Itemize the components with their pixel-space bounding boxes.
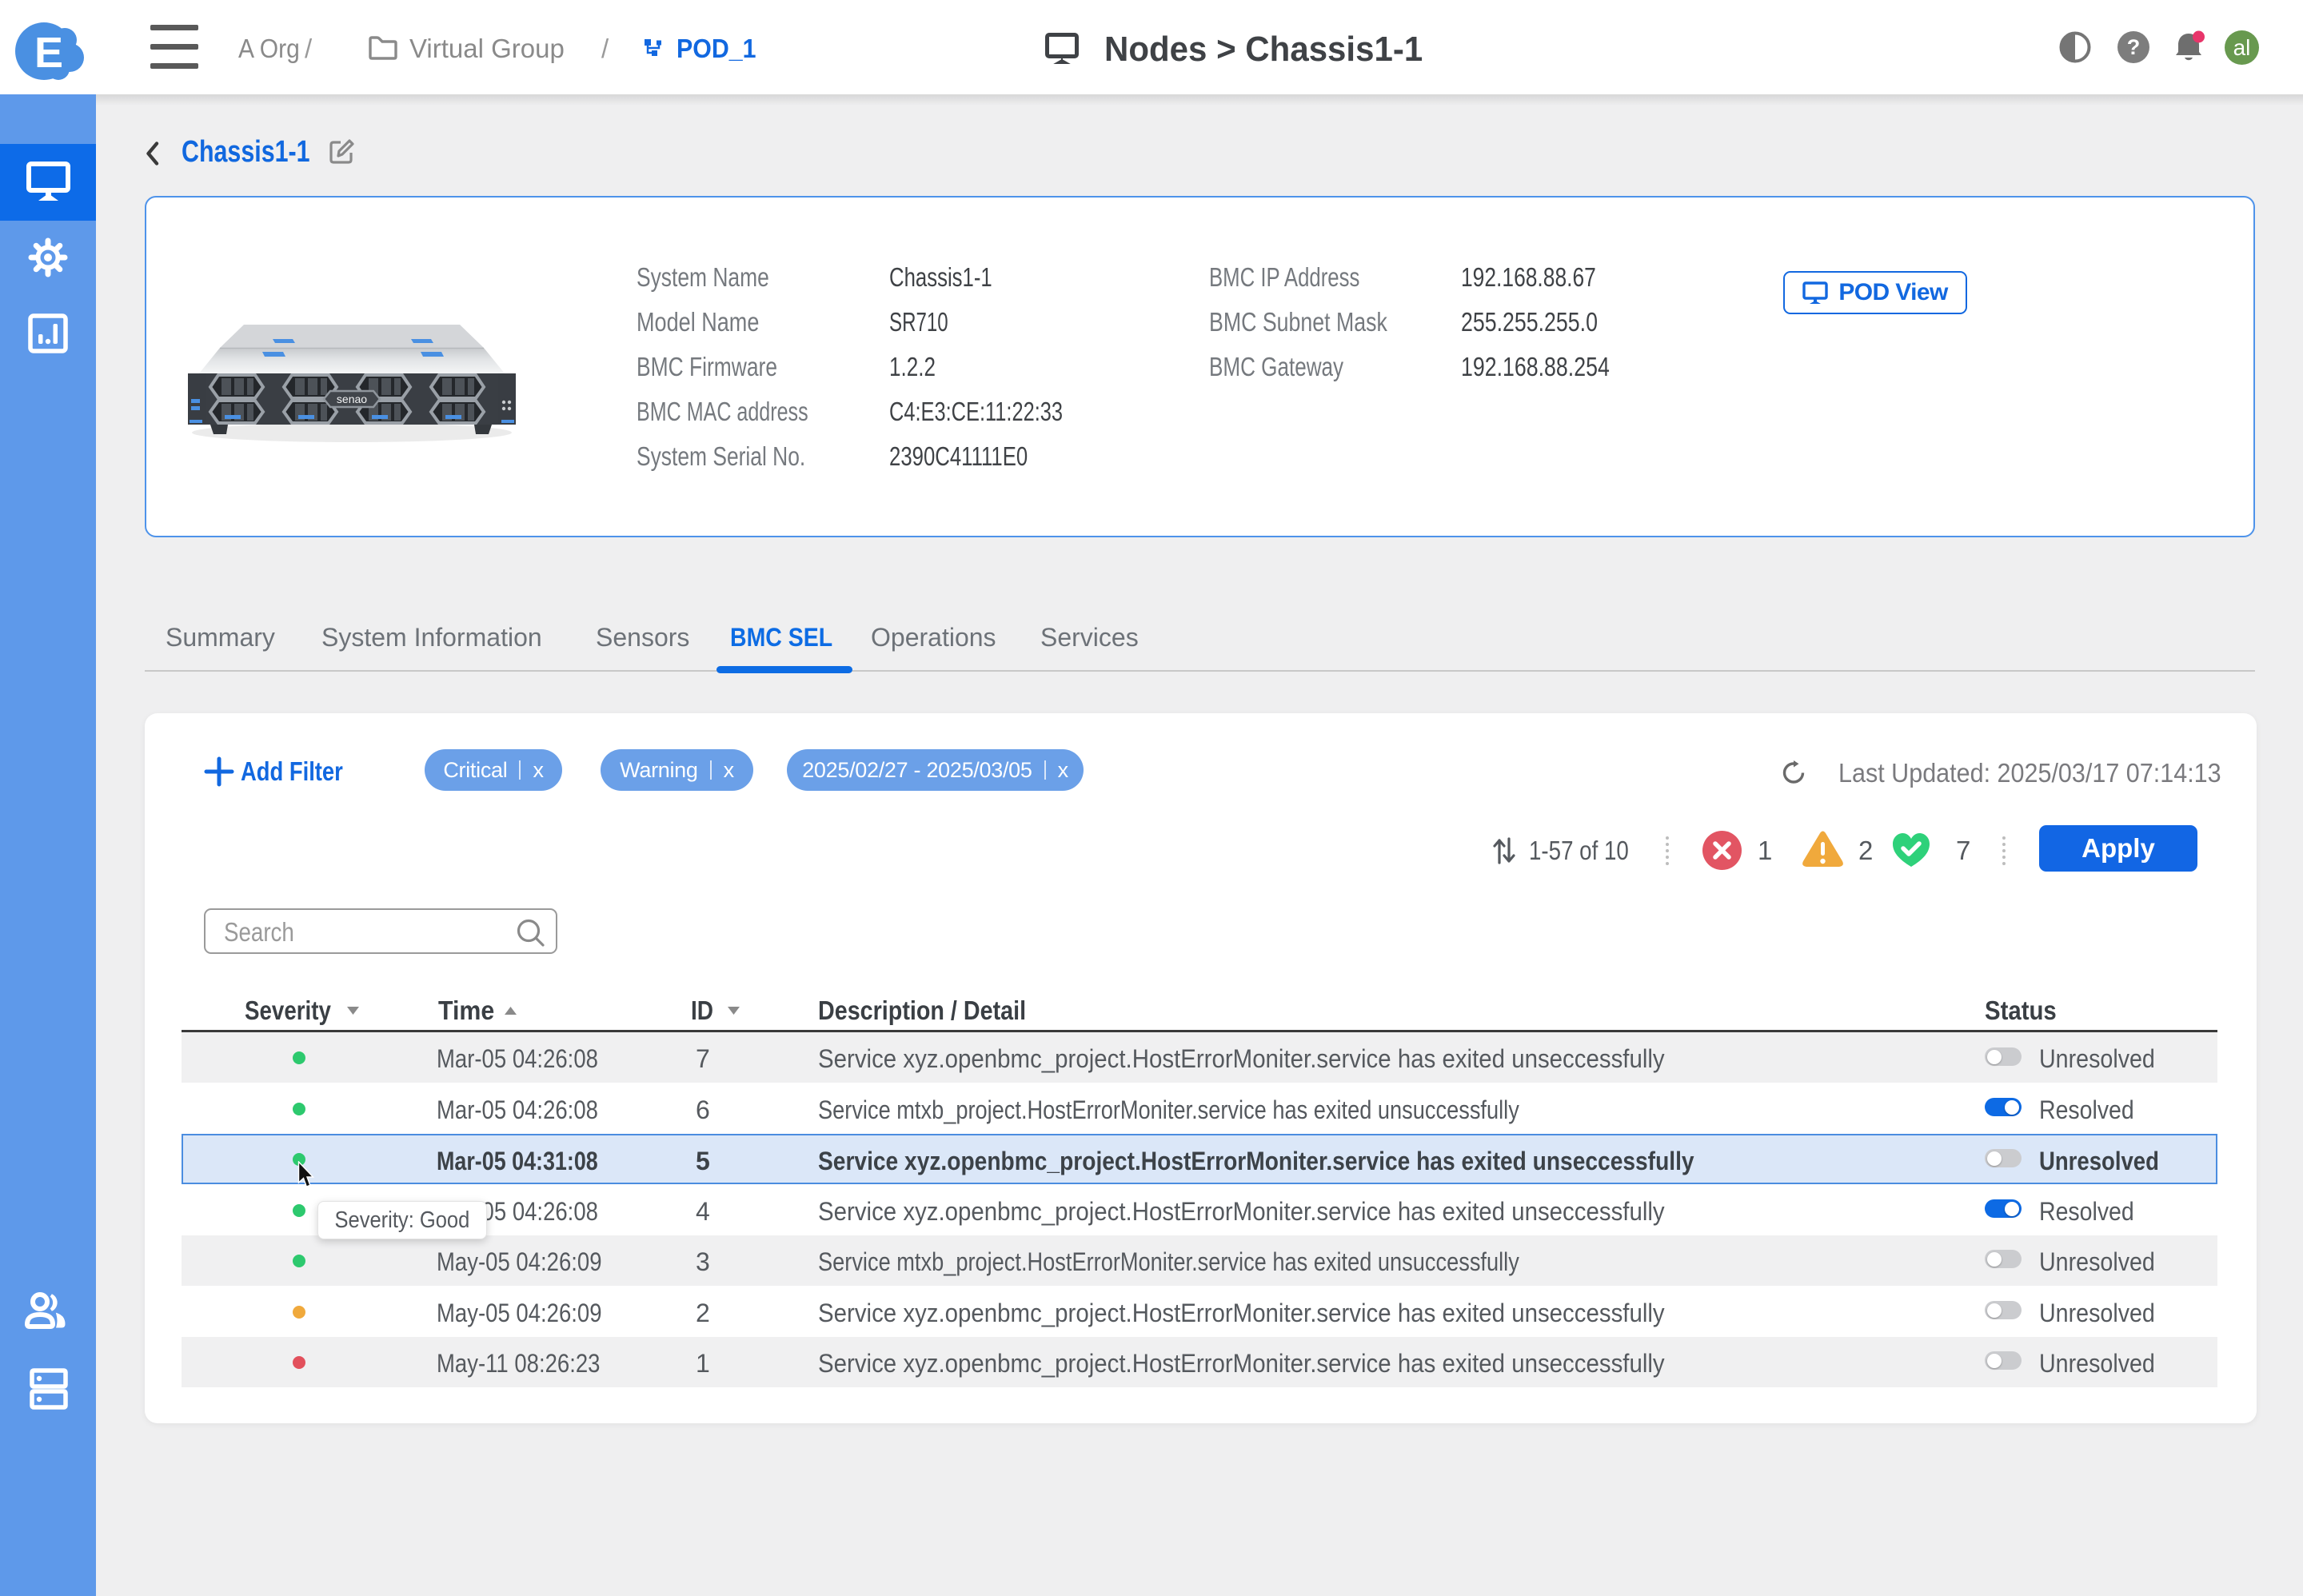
svg-text:?: ? bbox=[2127, 35, 2141, 59]
svg-text:E: E bbox=[34, 29, 63, 77]
svg-text:senao: senao bbox=[337, 393, 367, 405]
